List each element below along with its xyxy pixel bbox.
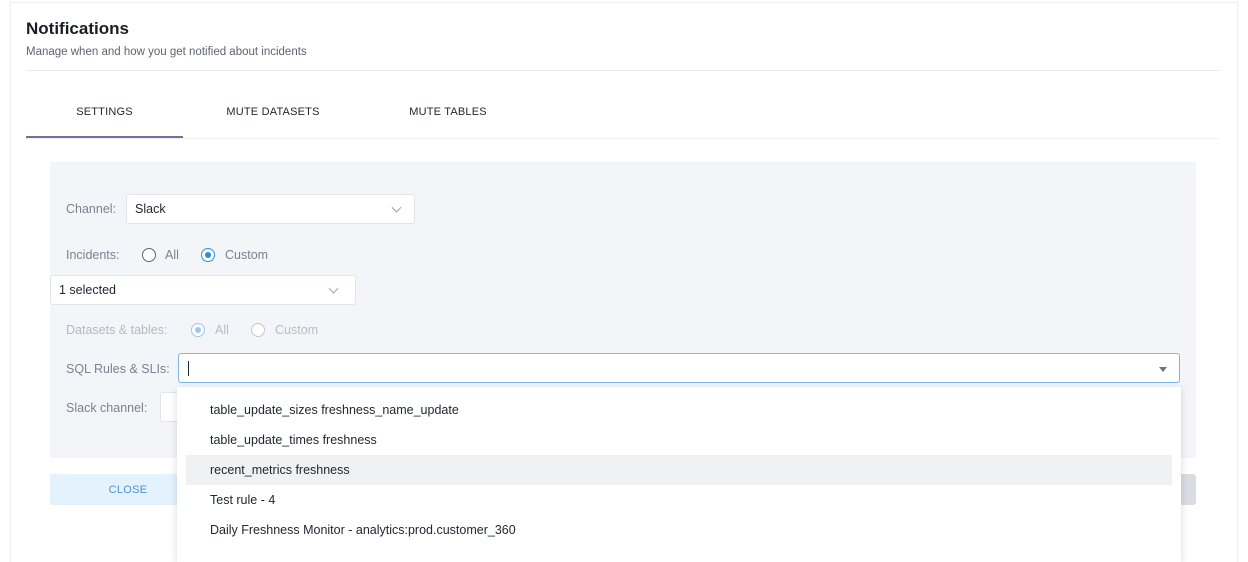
- dropdown-option[interactable]: Daily Freshness Monitor - analytics:prod…: [186, 515, 1172, 545]
- chevron-down-icon: [328, 283, 339, 294]
- dropdown-option[interactable]: table_update_times freshness: [186, 425, 1172, 455]
- incidents-all-radio[interactable]: [142, 248, 156, 262]
- datasets-all-radio: [191, 323, 205, 337]
- incidents-custom-label: Custom: [225, 248, 269, 262]
- sql-rules-input[interactable]: [178, 353, 1180, 383]
- text-caret: [188, 361, 189, 376]
- caret-down-icon[interactable]: [1159, 367, 1167, 372]
- tab-bar: SETTINGS MUTE DATASETS MUTE TABLES: [26, 94, 1219, 138]
- dropdown-option[interactable]: Test rule - 4: [186, 485, 1172, 515]
- dropdown-option-highlighted[interactable]: recent_metrics freshness: [186, 455, 1172, 485]
- incidents-label: Incidents:: [66, 248, 120, 262]
- incident-types-value: 1 selected: [59, 283, 116, 297]
- tabs-divider: [26, 138, 1219, 139]
- datasets-custom-radio: [251, 323, 265, 337]
- sql-rules-label: SQL Rules & SLIs:: [66, 362, 170, 376]
- page-subtitle: Manage when and how you get notified abo…: [26, 46, 307, 58]
- datasets-all-label: All: [215, 323, 229, 337]
- channel-select[interactable]: Slack: [126, 194, 415, 224]
- incidents-all-label: All: [165, 248, 179, 262]
- slack-channel-label: Slack channel:: [66, 401, 148, 415]
- tab-mute-datasets[interactable]: MUTE DATASETS: [211, 94, 335, 138]
- channel-value: Slack: [135, 202, 166, 216]
- tab-settings[interactable]: SETTINGS: [26, 94, 183, 138]
- header-divider: [26, 70, 1219, 71]
- dropdown-option[interactable]: table_update_sizes freshness_name_update: [186, 395, 1172, 425]
- channel-label: Channel:: [66, 202, 117, 216]
- page-title: Notifications: [26, 19, 129, 38]
- incidents-custom-radio[interactable]: [201, 248, 215, 262]
- datasets-custom-label: Custom: [275, 323, 319, 337]
- datasets-tables-label: Datasets & tables:: [66, 323, 168, 337]
- chevron-down-icon: [391, 202, 402, 213]
- tab-mute-tables[interactable]: MUTE TABLES: [388, 94, 508, 138]
- incident-types-select[interactable]: 1 selected: [50, 275, 356, 305]
- sql-rules-dropdown: table_update_sizes freshness_name_update…: [177, 387, 1181, 562]
